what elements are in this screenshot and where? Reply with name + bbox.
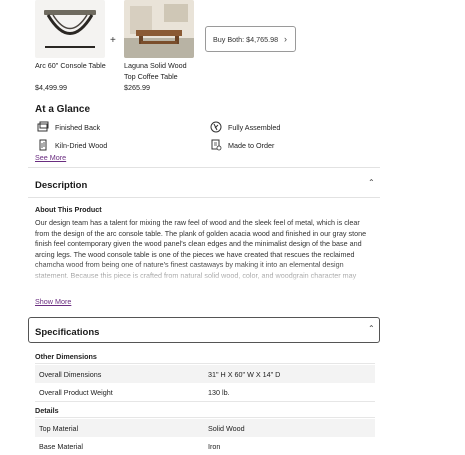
see-more-link[interactable]: See More — [35, 153, 66, 162]
at-a-glance-title: At a Glance — [35, 104, 91, 115]
console-table-illustration — [44, 10, 96, 48]
spec-key: Overall Product Weight — [39, 388, 113, 397]
console-table-image[interactable] — [35, 0, 105, 58]
product-name-line: Laguna Solid Wood — [124, 61, 187, 70]
product-name-line: Arc 60" Console Table — [35, 61, 106, 70]
spec-group-heading: Details — [35, 406, 59, 415]
description-fade — [28, 262, 380, 284]
spec-group-heading: Other Dimensions — [35, 352, 97, 361]
divider — [35, 401, 375, 402]
chevron-right-icon: › — [284, 34, 287, 44]
feature-label: Fully Assembled — [228, 123, 281, 132]
spec-key: Top Material — [39, 424, 79, 433]
spec-key: Overall Dimensions — [39, 370, 102, 379]
divider — [35, 417, 375, 418]
coffee-table-illustration — [124, 0, 194, 58]
about-heading: About This Product — [35, 205, 102, 214]
buy-both-label: Buy Both: $4,765.98 — [213, 35, 279, 44]
coffee-table-image[interactable] — [124, 0, 194, 58]
show-more-link[interactable]: Show More — [35, 297, 71, 306]
description-title[interactable]: Description — [35, 180, 87, 191]
spec-row: Base Material Iron — [35, 437, 375, 455]
divider — [28, 167, 380, 168]
chevron-up-icon[interactable]: ⌃ — [368, 178, 375, 187]
divider — [35, 363, 375, 364]
feature-label: Kiln-Dried Wood — [55, 141, 108, 150]
fully-assembled-icon — [210, 121, 222, 133]
product-name-line: Top Coffee Table — [124, 71, 178, 81]
product-price-console: $4,499.99 — [35, 83, 67, 92]
product-price-coffee-table: $265.99 — [124, 83, 150, 92]
buy-both-button[interactable]: Buy Both: $4,765.98 › — [205, 26, 296, 52]
specifications-header[interactable]: Specifications ⌃ — [28, 317, 380, 343]
spec-value: 130 lb. — [208, 388, 230, 397]
spec-row: Overall Product Weight 130 lb. — [35, 383, 375, 401]
chevron-up-icon: ⌃ — [368, 324, 375, 333]
spec-value: Solid Wood — [208, 424, 245, 433]
feature-label: Made to Order — [228, 141, 275, 150]
made-to-order-icon — [211, 139, 222, 151]
feature-label: Finished Back — [55, 123, 101, 132]
kiln-dried-wood-icon — [39, 139, 47, 151]
spec-row: Top Material Solid Wood — [35, 419, 375, 437]
product-name-console[interactable]: Arc 60" Console Table — [35, 61, 106, 72]
spec-value: 31" H X 60" W X 14" D — [208, 370, 281, 379]
spec-row: Overall Dimensions 31" H X 60" W X 14" D — [35, 365, 375, 383]
plus-symbol: + — [110, 35, 116, 46]
product-name-coffee-table[interactable]: Laguna Solid Wood Top Coffee Table — [124, 61, 187, 82]
divider — [28, 197, 380, 198]
specifications-title: Specifications — [35, 327, 100, 338]
finished-back-icon — [37, 121, 49, 132]
